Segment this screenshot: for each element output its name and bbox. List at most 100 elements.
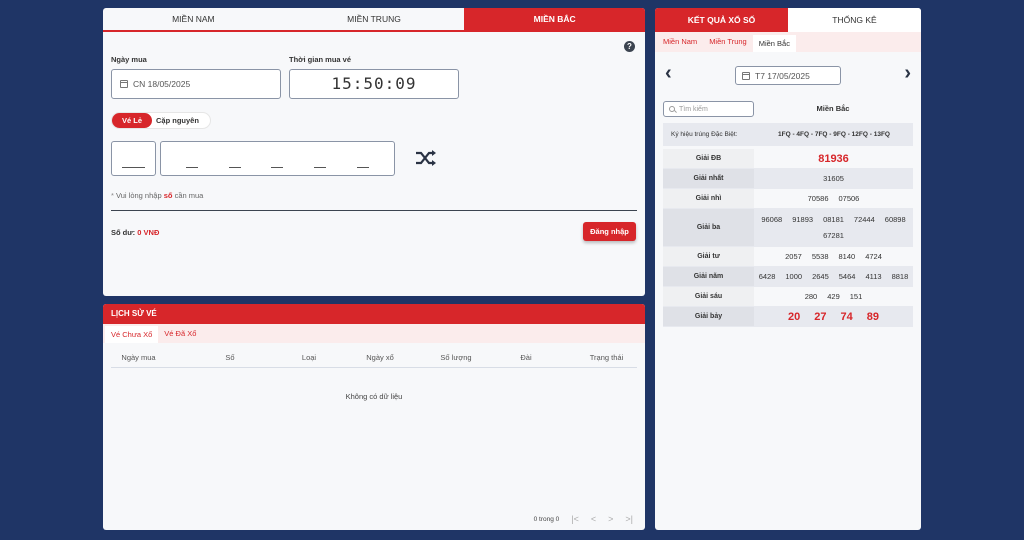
tab-mien-trung[interactable]: MIỀN TRUNG (284, 8, 465, 30)
prize-number: 27 (814, 310, 827, 323)
prize-numbers: 70586 07506 (754, 189, 913, 208)
calendar-icon (120, 80, 128, 88)
prize-name: Giải bảy (663, 307, 754, 326)
prize-number: 4724 (865, 252, 882, 261)
ticket-number-input[interactable] (160, 141, 395, 176)
input-hint: * Vui lòng nhập số cần mua (111, 191, 204, 200)
result-date-input[interactable]: T7 17/05/2025 (735, 66, 841, 85)
digit-slot (271, 167, 284, 168)
tab-statistics[interactable]: THỐNG KÊ (788, 8, 921, 32)
prize-number: 429 (827, 292, 840, 301)
prev-date-icon[interactable]: ‹ (665, 62, 672, 85)
prev-page-icon[interactable]: < (591, 514, 596, 524)
ticket-type-single[interactable]: Vé Lẻ (112, 113, 153, 128)
prize-number: 280 (804, 292, 818, 301)
prize-number: 72444 (853, 214, 875, 224)
result-date-value: T7 17/05/2025 (755, 70, 810, 81)
calendar-icon (742, 71, 750, 80)
region-tab-mien-nam[interactable]: Miền Nam (657, 32, 703, 52)
prize-number: 74 (840, 310, 853, 323)
digit-slot (133, 167, 145, 168)
column-header[interactable]: Loại (294, 348, 324, 367)
prize-number: 31605 (823, 174, 844, 183)
prefix-number-input[interactable] (111, 141, 156, 176)
tab-mien-nam[interactable]: MIỀN NAM (103, 8, 284, 30)
ticket-type-pair[interactable]: Cặp nguyên (152, 113, 203, 128)
prize-number: 2645 (812, 272, 829, 281)
pagination: 0 trong 0 |< < > >| (534, 514, 633, 524)
column-header[interactable]: Trạng thái (576, 348, 637, 367)
region-tab-mien-trung[interactable]: Miền Trung (703, 32, 753, 52)
balance: Số dư: 0 VNĐ (111, 228, 160, 237)
prize-number: 20 (788, 310, 801, 323)
first-page-icon[interactable]: |< (571, 514, 579, 524)
prize-number: 81936 (818, 152, 849, 165)
special-symbols-row: Ký hiệu trúng Đặc Biệt: 1FQ - 4FQ - 7FQ … (663, 123, 913, 146)
last-page-icon[interactable]: >| (625, 514, 633, 524)
prize-number: 07506 (838, 194, 860, 203)
prize-numbers: 280 429 151 (754, 287, 913, 306)
digit-slot (356, 167, 369, 168)
prize-numbers: 96068 91893 08181 72444 60898 67281 (754, 209, 913, 246)
lottery-results-panel: KẾT QUẢ XỔ SỐ THỐNG KÊ Miền Nam Miền Tru… (655, 8, 921, 530)
divider (111, 210, 637, 211)
prize-number: 1000 (785, 272, 803, 281)
prize-row: Giải sáu 280 429 151 (663, 287, 913, 307)
ticket-type-toggle: Vé Lẻ Cặp nguyên (111, 112, 211, 129)
prize-row: Giải ba 96068 91893 08181 72444 60898 67281 (663, 209, 913, 247)
purchase-date-value: CN 18/05/2025 (133, 79, 191, 89)
column-header[interactable]: Ngày xổ (324, 348, 436, 367)
search-placeholder: Tìm kiếm (679, 105, 708, 113)
prize-numbers: 6428 1000 2645 5464 4113 8818 (754, 267, 913, 286)
login-button[interactable]: Đăng nhập (583, 222, 636, 241)
results-tabs: KẾT QUẢ XỔ SỐ THỐNG KÊ (655, 8, 921, 32)
column-header[interactable]: Đài (476, 348, 576, 367)
column-header[interactable]: Số (166, 348, 294, 367)
prize-number: 8140 (838, 252, 856, 261)
balance-value: 0 VNĐ (137, 228, 160, 237)
prize-numbers: 81936 (754, 149, 913, 168)
column-header[interactable]: Số lượng (436, 348, 476, 367)
history-table: Ngày mua Số Loại Ngày xổ Số lượng Đài Tr… (111, 348, 637, 368)
next-date-icon[interactable]: › (904, 62, 911, 85)
prize-name: Giải nhất (663, 169, 754, 188)
prize-number: 8818 (891, 272, 909, 281)
tab-mien-bac[interactable]: MIỀN BẮC (464, 8, 645, 30)
region-tab-mien-bac[interactable]: Miền Bắc (752, 32, 796, 52)
history-title: LỊCH SỬ VÉ (103, 304, 645, 324)
prize-name: Giải năm (663, 267, 754, 286)
prize-number: 4113 (865, 272, 882, 281)
shuffle-icon[interactable] (414, 148, 438, 168)
purchase-time-label: Thời gian mua vé (289, 55, 352, 64)
purchase-date-label: Ngày mua (111, 55, 147, 64)
search-input[interactable]: Tìm kiếm (663, 101, 754, 117)
prize-number: 91893 (792, 214, 814, 224)
prize-row: Giải ĐB 81936 (663, 149, 913, 169)
ticket-history-panel: LỊCH SỬ VÉ Vé Chưa Xổ Vé Đã Xổ Ngày mua … (103, 304, 645, 530)
history-tabs: Vé Chưa Xổ Vé Đã Xổ (103, 324, 645, 343)
digit-slot (122, 167, 134, 168)
prize-numbers: 2057 5538 8140 4724 (754, 247, 913, 266)
buy-ticket-panel: MIỀN NAM MIỀN TRUNG MIỀN BẮC ? Ngày mua … (103, 8, 645, 296)
digit-slot (228, 167, 241, 168)
help-icon[interactable]: ? (624, 41, 635, 52)
page-count: 0 trong 0 (533, 515, 560, 523)
prize-number: 2057 (785, 252, 802, 261)
prize-number: 151 (849, 292, 863, 301)
prize-number: 96068 (761, 214, 783, 224)
prize-row: Giải nhất 31605 (663, 169, 913, 189)
digit-slot (186, 167, 199, 168)
purchase-date-input[interactable]: CN 18/05/2025 (111, 69, 281, 99)
prize-numbers: 20 27 74 89 (754, 307, 913, 326)
tab-drawn-tickets[interactable]: Vé Đã Xổ (158, 324, 202, 343)
table-header: Ngày mua Số Loại Ngày xổ Số lượng Đài Tr… (111, 348, 637, 368)
purchase-time-display: 15:50:09 (289, 69, 459, 99)
tab-undrawn-tickets[interactable]: Vé Chưa Xổ (105, 324, 159, 343)
tab-results[interactable]: KẾT QUẢ XỔ SỐ (655, 8, 788, 32)
prize-number: 5464 (838, 272, 856, 281)
next-page-icon[interactable]: > (608, 514, 613, 524)
column-header[interactable]: Ngày mua (111, 348, 166, 367)
prize-number: 5538 (811, 252, 829, 261)
prize-row: Giải nhì 70586 07506 (663, 189, 913, 209)
special-symbols-label: Ký hiệu trúng Đặc Biệt: (671, 131, 738, 138)
